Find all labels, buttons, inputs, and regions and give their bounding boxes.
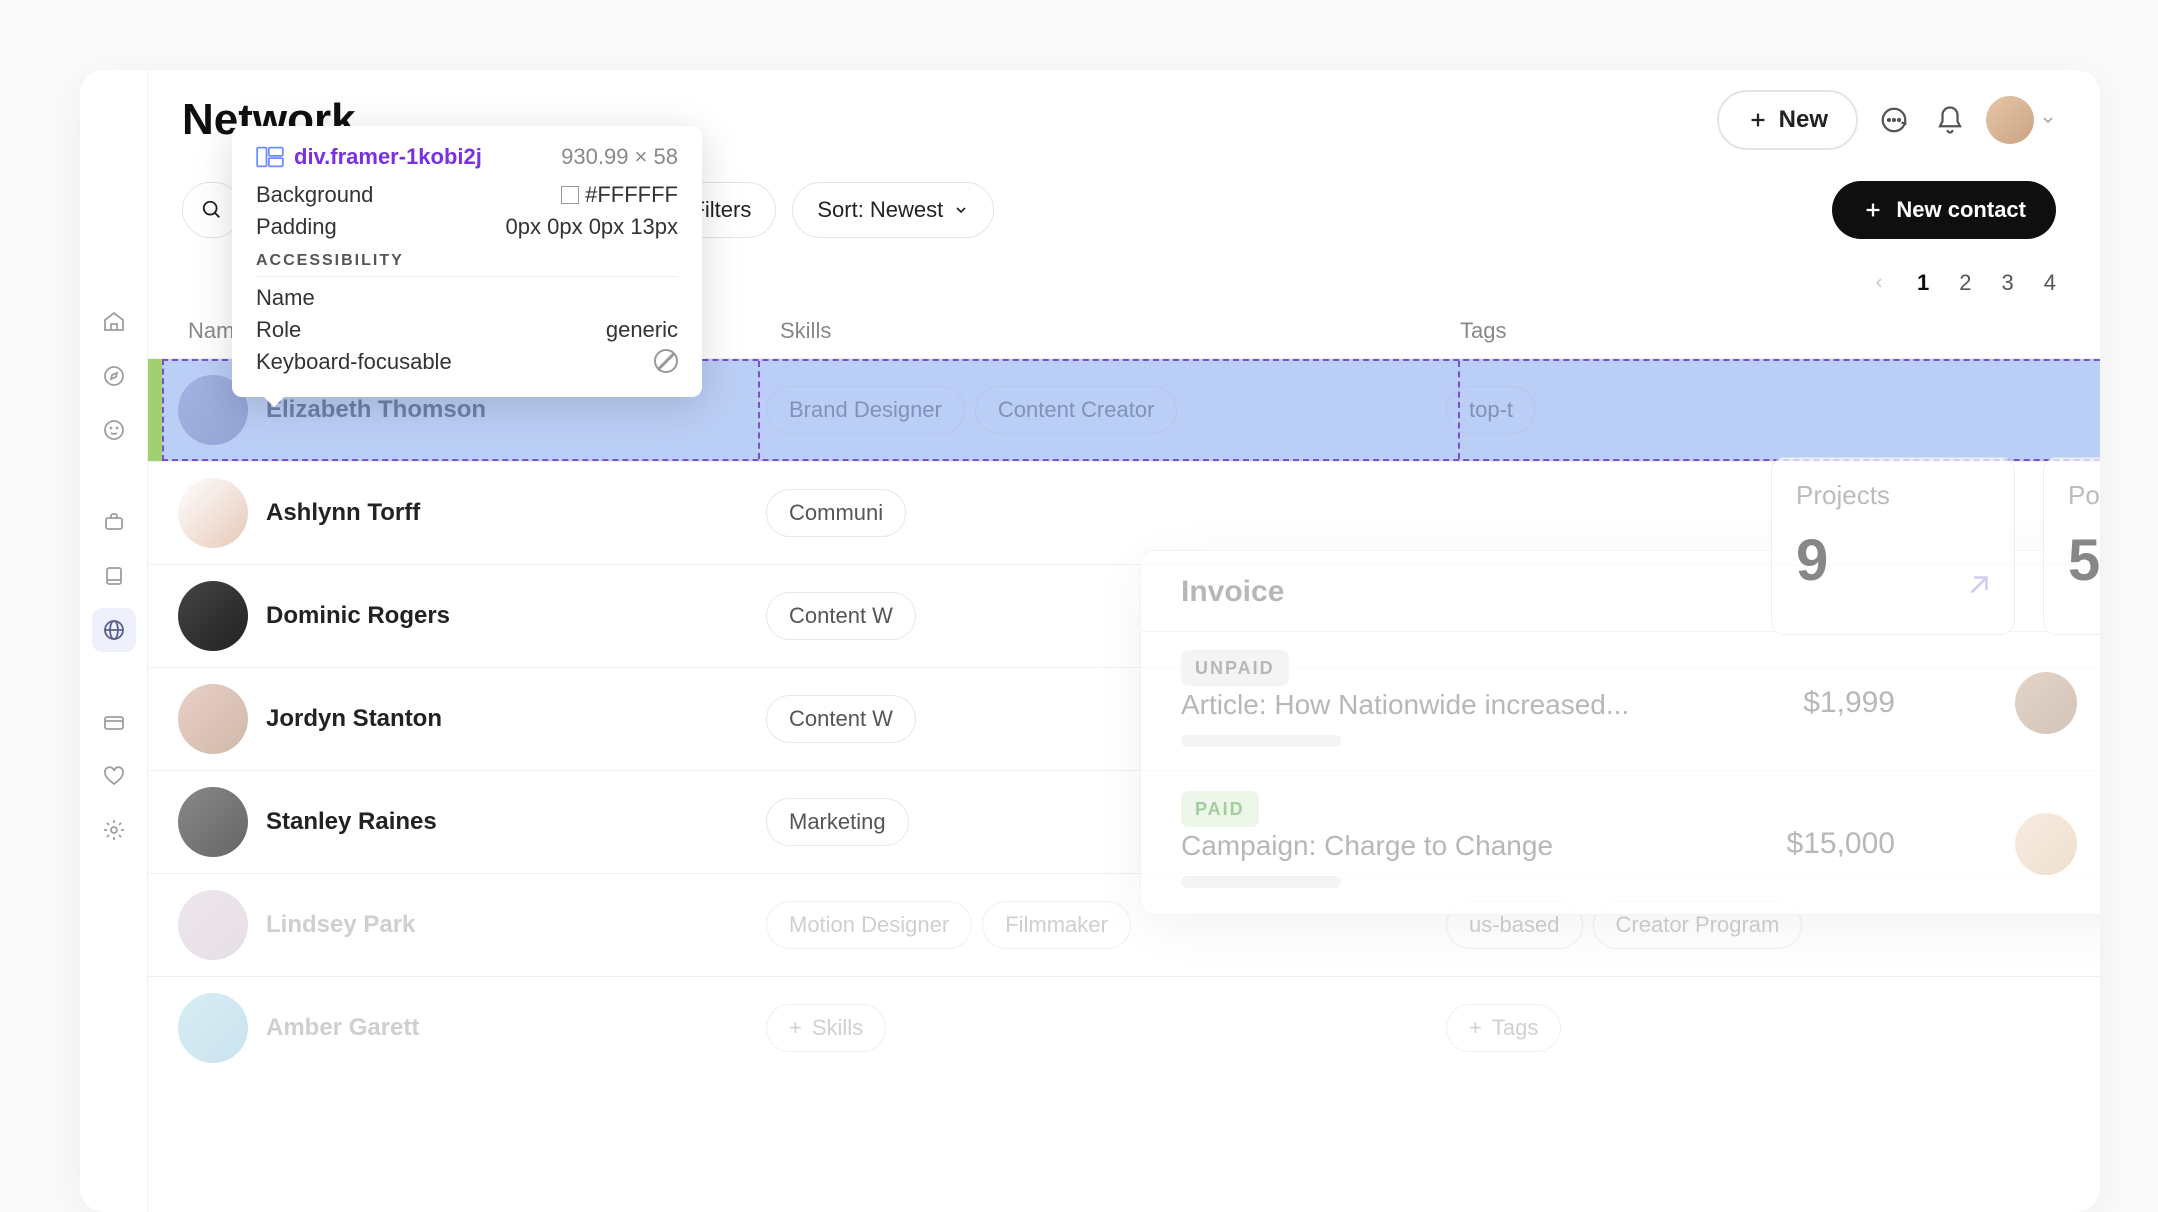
invoice-status-badge: UNPAID [1181,650,1289,686]
chevron-down-icon [953,202,969,218]
invoice-status-badge: PAID [1181,791,1259,827]
sidebar-briefcase[interactable] [92,500,136,544]
skill-pill[interactable]: Filmmaker [982,901,1131,949]
skill-pill[interactable]: Content W [766,695,916,743]
filter-sort-label: Sort: Newest [817,197,943,223]
stat-posted-jobs-value: 5 [2068,527,2100,594]
user-menu[interactable] [1986,96,2056,144]
forbid-icon [654,349,678,373]
new-contact-label: New contact [1896,197,2026,223]
sidebar-home[interactable] [92,300,136,344]
user-avatar [1986,96,2034,144]
devtools-inspector: div.framer-1kobi2j 930.99 × 58 Backgroun… [232,126,702,397]
devtools-role-value: generic [606,317,678,343]
search-icon [201,199,223,221]
chevron-down-icon [2040,112,2056,128]
loading-placeholder [1181,876,1341,888]
contact-name: Elizabeth Thomson [266,396,486,424]
sidebar-explore[interactable] [92,354,136,398]
tag-pill[interactable]: top-t [1446,386,1536,434]
invoice-avatar [2015,672,2077,734]
add-tag-button[interactable]: +Tags [1446,1004,1561,1052]
column-skills: Skills [780,318,1460,344]
skill-pill[interactable]: Content Creator [975,386,1178,434]
contact-name: Stanley Raines [266,808,437,836]
stat-posted-jobs-label: Posted jobs [2068,480,2100,511]
contact-avatar [178,890,248,960]
active-indicator [148,359,162,461]
sidebar-card[interactable] [92,700,136,744]
devtools-background-value: #FFFFFF [561,182,678,208]
invoice-title: Campaign: Charge to Change [1181,830,1553,862]
contact-name: Amber Garett [266,1014,419,1042]
devtools-name-label: Name [256,285,315,311]
sidebar [80,70,148,1212]
devtools-accessibility-header: ACCESSIBILITY [256,252,678,277]
contact-name: Dominic Rogers [266,602,450,630]
devtools-dimensions: 930.99 × 58 [561,144,678,170]
invoice-amount: $15,000 [1787,827,1895,861]
stats-row: Projects 9 Posted jobs 5 [1771,457,2100,635]
table-row[interactable]: Amber Garett +Skills +Tags [148,976,2100,1079]
contact-name: Lindsey Park [266,911,415,939]
devtools-padding-value: 0px 0px 0px 13px [506,214,678,240]
stat-projects[interactable]: Projects 9 [1771,457,2015,635]
contact-avatar [178,478,248,548]
new-contact-button[interactable]: New contact [1832,181,2056,239]
invoice-amount: $1,999 [1803,686,1895,720]
devtools-selector: div.framer-1kobi2j [294,144,482,170]
invoice-title: Article: How Nationwide increased... [1181,689,1629,721]
loading-placeholder [1181,735,1341,747]
invoice-row[interactable]: PAIDCampaign: Charge to Change $15,000 [1141,773,2100,914]
arrow-up-right-icon [1964,570,1994,600]
skill-pill[interactable]: Motion Designer [766,901,972,949]
contact-avatar [178,993,248,1063]
pagination-page-1[interactable]: 1 [1917,270,1929,296]
stat-projects-value: 9 [1796,527,1990,594]
column-tags: Tags [1460,318,2056,344]
pagination-page-4[interactable]: 4 [2044,270,2056,296]
new-button[interactable]: New [1717,90,1858,150]
add-skill-button[interactable]: +Skills [766,1004,886,1052]
pagination-page-2[interactable]: 2 [1959,270,1971,296]
invoice-panel: Projects 9 Posted jobs 5 Invoice UNPAIDA… [1140,550,2100,915]
skill-pill[interactable]: Communi [766,489,906,537]
plus-icon [1862,199,1884,221]
stat-projects-label: Projects [1796,480,1990,511]
skill-pill[interactable]: Content W [766,592,916,640]
invoice-avatar [2015,813,2077,875]
devtools-role-label: Role [256,317,301,343]
stat-posted-jobs[interactable]: Posted jobs 5 [2043,457,2100,635]
invoice-row[interactable]: UNPAIDArticle: How Nationwide increased.… [1141,632,2100,773]
pagination-prev[interactable] [1871,275,1887,291]
pagination-page-3[interactable]: 3 [2002,270,2014,296]
filter-sort[interactable]: Sort: Newest [792,182,994,238]
new-button-label: New [1779,106,1828,134]
notifications-icon[interactable] [1930,100,1970,140]
element-icon [256,146,284,168]
sidebar-network[interactable] [92,608,136,652]
sidebar-reactions[interactable] [92,408,136,452]
sidebar-favorites[interactable] [92,754,136,798]
contact-avatar [178,787,248,857]
contact-name: Jordyn Stanton [266,705,442,733]
skill-pill[interactable]: Brand Designer [766,386,965,434]
contact-name: Ashlynn Torff [266,499,420,527]
devtools-background-label: Background [256,182,373,208]
devtools-focusable-label: Keyboard-focusable [256,349,452,375]
contact-avatar [178,581,248,651]
sidebar-book[interactable] [92,554,136,598]
contact-avatar [178,684,248,754]
sidebar-settings[interactable] [92,808,136,852]
devtools-padding-label: Padding [256,214,337,240]
skill-pill[interactable]: Marketing [766,798,909,846]
chat-icon[interactable] [1874,100,1914,140]
